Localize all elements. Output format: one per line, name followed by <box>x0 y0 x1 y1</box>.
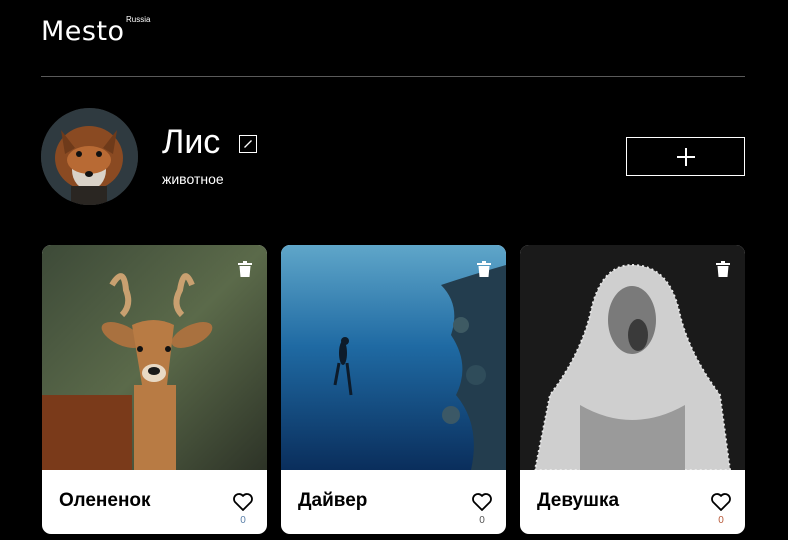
header: Mesto Russia <box>41 14 745 77</box>
add-card-button[interactable] <box>626 137 745 176</box>
logo-subtitle: Russia <box>126 15 151 24</box>
veiled-woman-image[interactable] <box>520 245 745 470</box>
edit-profile-button[interactable] <box>239 135 257 153</box>
delete-card-button[interactable] <box>238 261 252 277</box>
diver-image[interactable] <box>281 245 506 470</box>
logo-text: Mesto <box>41 16 125 47</box>
like-button[interactable] <box>232 492 254 512</box>
heart-icon <box>233 493 253 511</box>
like-button[interactable] <box>471 492 493 512</box>
page: Mesto Russia Лис животное Олененок 0 Дай… <box>0 0 788 540</box>
pencil-icon <box>244 140 252 148</box>
plus-icon <box>676 147 695 166</box>
like-count: 0 <box>240 515 246 526</box>
card-veiled-woman: Девушка 0 <box>520 245 745 534</box>
like-button[interactable] <box>710 492 732 512</box>
fox-avatar-image <box>41 108 138 205</box>
heart-icon <box>472 493 492 511</box>
trash-icon <box>716 261 730 277</box>
card-title: Дайвер <box>298 490 368 511</box>
profile: Лис животное <box>41 108 745 208</box>
like-count: 0 <box>479 515 485 526</box>
delete-card-button[interactable] <box>716 261 730 277</box>
profile-name: Лис <box>162 123 221 161</box>
card-diver: Дайвер 0 <box>281 245 506 534</box>
deer-image[interactable] <box>42 245 267 470</box>
avatar[interactable] <box>41 108 138 205</box>
card-title: Олененок <box>59 490 151 511</box>
card-title: Девушка <box>537 490 620 511</box>
trash-icon <box>238 261 252 277</box>
trash-icon <box>477 261 491 277</box>
like-count: 0 <box>718 515 724 526</box>
heart-icon <box>711 493 731 511</box>
delete-card-button[interactable] <box>477 261 491 277</box>
card-deer: Олененок 0 <box>42 245 267 534</box>
profile-about: животное <box>162 171 224 187</box>
